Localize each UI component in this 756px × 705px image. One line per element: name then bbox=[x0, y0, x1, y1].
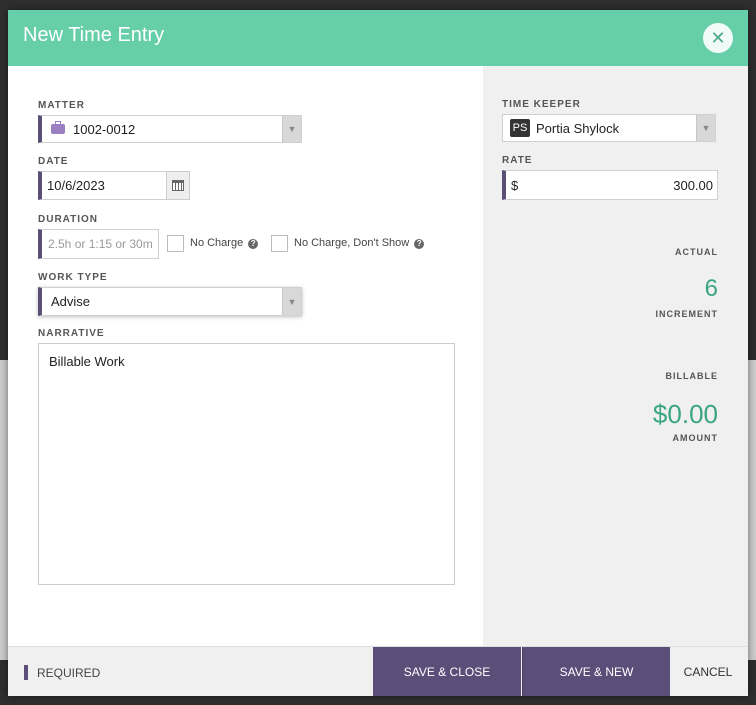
actual-label: ACTUAL bbox=[675, 247, 718, 257]
save-new-button[interactable]: SAVE & NEW bbox=[522, 647, 670, 696]
matter-value: 1002-0012 bbox=[73, 121, 136, 137]
dialog-header: New Time Entry ✕ bbox=[8, 10, 748, 66]
date-label: DATE bbox=[38, 156, 69, 167]
matter-label: MATTER bbox=[38, 100, 85, 111]
narrative-label: NARRATIVE bbox=[38, 328, 105, 339]
required-legend: REQUIRED bbox=[37, 666, 101, 680]
chevron-down-icon[interactable]: ▼ bbox=[696, 115, 715, 141]
close-button[interactable]: ✕ bbox=[703, 23, 733, 53]
date-input[interactable]: 10/6/2023 bbox=[38, 171, 167, 200]
chevron-down-icon[interactable]: ▼ bbox=[282, 288, 301, 315]
duration-label: DURATION bbox=[38, 214, 99, 225]
duration-placeholder: 2.5h or 1:15 or 30m bbox=[48, 237, 153, 251]
dialog-footer: REQUIRED SAVE & CLOSE SAVE & NEW CANCEL bbox=[8, 646, 748, 696]
time-keeper-dropdown[interactable]: PS Portia Shylock ▼ bbox=[502, 114, 716, 142]
no-charge-label: No Charge? bbox=[190, 237, 259, 249]
increment-value: 6 bbox=[704, 275, 718, 302]
save-close-button[interactable]: SAVE & CLOSE bbox=[373, 647, 521, 696]
backdrop-content-right bbox=[748, 360, 756, 660]
amount-value: $0.00 bbox=[652, 399, 718, 429]
help-icon[interactable]: ? bbox=[414, 239, 425, 249]
billable-label: BILLABLE bbox=[665, 371, 718, 381]
form-pane: MATTER 1002-0012 ▼ DATE 10/6/2023 DURATI… bbox=[8, 66, 483, 646]
dialog-title: New Time Entry bbox=[23, 24, 165, 46]
summary-pane: TIME KEEPER PS Portia Shylock ▼ RATE $ 3… bbox=[483, 66, 748, 646]
rate-value: 300.00 bbox=[673, 177, 713, 193]
cancel-button[interactable]: CANCEL bbox=[668, 647, 748, 696]
time-keeper-label: TIME KEEPER bbox=[502, 99, 581, 110]
no-charge-dont-show-text: No Charge, Don't Show bbox=[294, 237, 410, 249]
amount-label: AMOUNT bbox=[672, 433, 718, 443]
narrative-textarea[interactable]: Billable Work bbox=[38, 343, 455, 585]
matter-dropdown[interactable]: 1002-0012 ▼ bbox=[38, 115, 302, 143]
no-charge-dont-show-checkbox[interactable] bbox=[271, 235, 288, 252]
work-type-value: Advise bbox=[51, 294, 91, 309]
avatar: PS bbox=[510, 119, 530, 137]
rate-input[interactable]: $ 300.00 bbox=[502, 170, 718, 200]
chevron-down-icon[interactable]: ▼ bbox=[282, 116, 301, 142]
calendar-icon bbox=[172, 180, 184, 191]
time-keeper-value: Portia Shylock bbox=[536, 120, 620, 136]
work-type-label: WORK TYPE bbox=[38, 272, 108, 283]
close-icon: ✕ bbox=[710, 27, 726, 48]
date-value: 10/6/2023 bbox=[47, 178, 105, 193]
time-entry-dialog: New Time Entry ✕ MATTER 1002-0012 ▼ DATE… bbox=[8, 10, 748, 696]
rate-label: RATE bbox=[502, 155, 533, 166]
work-type-dropdown[interactable]: Advise ▼ bbox=[38, 287, 302, 316]
briefcase-icon bbox=[51, 121, 65, 134]
required-indicator bbox=[24, 665, 28, 680]
help-icon[interactable]: ? bbox=[248, 239, 259, 249]
no-charge-dont-show-label: No Charge, Don't Show? bbox=[294, 237, 425, 249]
backdrop-content-left bbox=[0, 360, 8, 660]
no-charge-checkbox[interactable] bbox=[167, 235, 184, 252]
no-charge-text: No Charge bbox=[190, 237, 244, 249]
duration-input[interactable]: 2.5h or 1:15 or 30m bbox=[38, 229, 159, 259]
date-picker-button[interactable] bbox=[166, 171, 190, 200]
currency-symbol: $ bbox=[511, 177, 519, 193]
increment-label: INCREMENT bbox=[655, 309, 718, 319]
